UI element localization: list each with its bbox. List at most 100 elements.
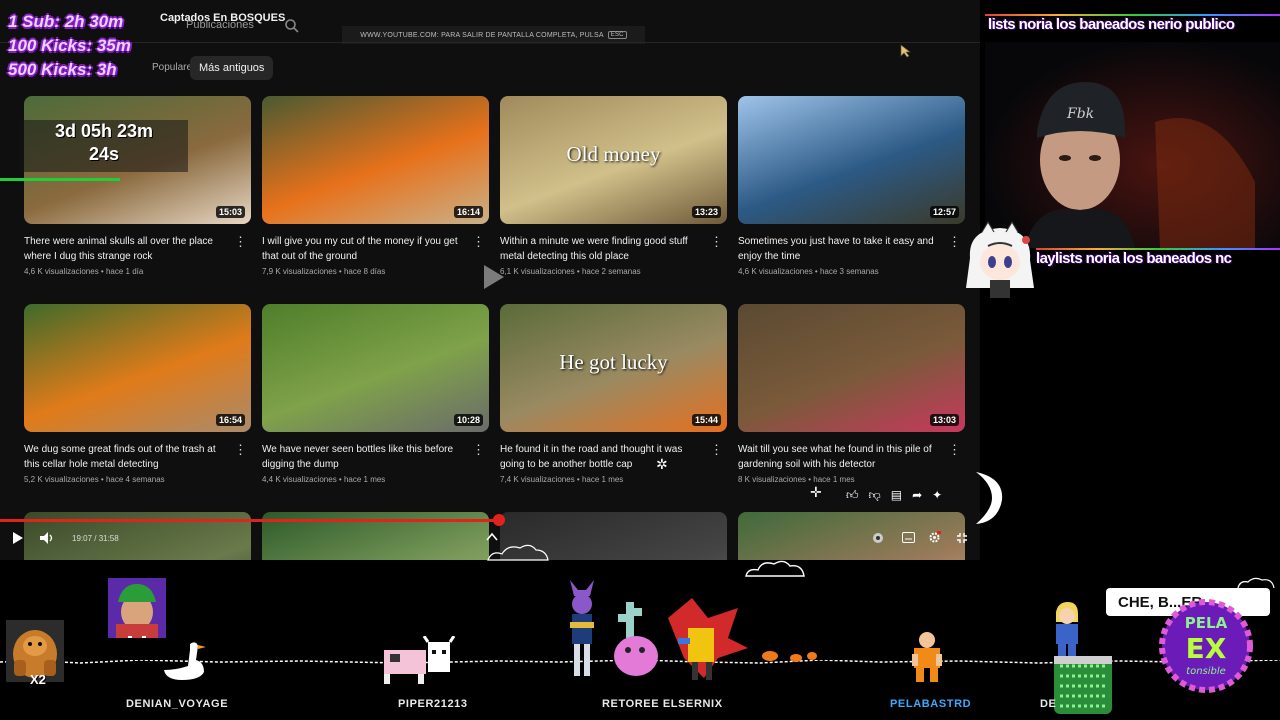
goal-line: 1 Sub: 2h 30m [8,12,124,31]
video-meta: 7,4 K visualizaciones • hace 1 mes [500,475,624,484]
video-meta: 6,1 K visualizaciones • hace 2 semanas [500,267,641,276]
anime-mascot-image [966,220,1034,298]
video-card[interactable]: He got lucky 15:44 He found it in the road… [500,304,727,484]
video-thumbnail[interactable]: 10:28 [262,304,489,432]
channel-header: Captados En BOSQUES Publicaciones WWW.YO… [0,0,980,50]
more-options-icon[interactable]: ⋮ [472,442,485,458]
badge-text-main: EX [1186,632,1227,665]
monster-group-sprite [614,598,748,680]
subtitles-icon[interactable] [902,532,915,543]
video-title[interactable]: Within a minute we were finding good stu… [500,234,727,264]
cow-sprite [384,636,456,684]
mouse-cursor-icon [900,44,911,58]
duration-badge: 16:54 [215,414,245,426]
svg-text:Fbk: Fbk [1066,106,1094,122]
android18-sprite [1056,602,1078,656]
duration-badge: 15:44 [691,414,721,426]
chat-ticker-mid: laylists noria los baneados nc [1036,250,1232,267]
more-options-icon[interactable]: ⋮ [234,234,247,250]
sparkle-icon[interactable]: ✦ [932,488,942,503]
share-icon[interactable]: ➦ [912,488,922,503]
like-icon[interactable]: 👍︎ [846,488,859,503]
shorts-action-row: 👍︎ 👎︎ ▤ ➦ ✦ [846,488,942,503]
settings-gear-icon[interactable] [928,531,941,544]
tab-publicaciones[interactable]: Publicaciones [186,19,254,31]
fire-sprite [762,651,817,662]
dislike-icon[interactable]: 👎︎ [869,488,881,503]
esc-key-badge: ESC [607,31,627,39]
badge-text-sub: tonsible [1186,666,1226,677]
search-icon[interactable] [284,18,300,34]
progress-bar[interactable] [0,519,500,522]
green-block-sprite [1054,656,1112,714]
video-thumbnail[interactable]: 16:14 [262,96,489,224]
more-options-icon[interactable]: ⋮ [710,442,723,458]
video-title[interactable]: Wait till you see what he found in this … [738,442,965,472]
video-title[interactable]: We have never seen bottles like this bef… [262,442,489,472]
duration-badge: 16:14 [453,206,483,218]
video-meta: 4,6 K visualizaciones • hace 1 día [24,267,144,276]
video-card[interactable]: Old money 13:23 Within a minute we were fi… [500,96,727,276]
video-title[interactable]: There were animal skulls all over the pl… [24,234,251,264]
comment-icon[interactable]: ▤ [891,488,902,503]
pixel-cloud-icon [486,542,550,567]
video-card[interactable]: 16:54 We dug some great finds out of the … [24,304,251,484]
krillin-sprite [912,632,942,682]
goal-line: 100 Kicks: 35m [8,36,131,55]
chat-ticker-top: lists noria los baneados nerio publico [988,16,1235,33]
crescent-moon-icon [976,472,1003,524]
video-meta: 4,4 K visualizaciones • hace 1 mes [262,475,386,484]
viewer-username: RETOREE ELSERNIX [602,698,723,710]
video-title[interactable]: I will give you my cut of the money if y… [262,234,489,264]
subgoal-overlay: 1 Sub: 2h 30m 100 Kicks: 35m 500 Kicks: … [8,10,131,82]
center-play-icon[interactable] [478,262,508,292]
more-options-icon[interactable]: ⋮ [472,234,485,250]
pixel-cloud-icon [1237,577,1275,589]
more-options-icon[interactable]: ⋮ [710,234,723,250]
goose-sprite [164,642,206,680]
video-card[interactable]: 13:03 Wait till you see what he found in … [738,304,965,484]
thumbnail-overlay-text: Old money [566,142,661,166]
beerus-sprite [570,580,594,676]
sparkle-icon: ✲ [656,456,668,472]
sparkle-icon: ✛ [810,484,822,500]
pixel-cloud-icon [744,558,806,583]
timer-progress-line [0,178,120,181]
multiplier-label: X2 [30,672,46,687]
video-title[interactable]: Sometimes you just have to take it easy … [738,234,965,264]
video-thumbnail[interactable]: 12:57 [738,96,965,224]
autoplay-icon[interactable] [872,532,884,544]
video-card[interactable]: 12:57 Sometimes you just have to take it … [738,96,965,276]
goal-line: 500 Kicks: 3h [8,60,117,79]
video-meta: 4,6 K visualizaciones • hace 3 semanas [738,267,879,276]
more-options-icon[interactable]: ⋮ [234,442,247,458]
viewer-username: PIPER21213 [398,698,468,710]
play-icon[interactable] [12,532,24,544]
divider [0,42,980,43]
chevron-up-icon[interactable] [486,532,498,542]
duration-badge: 10:28 [453,414,483,426]
volume-icon[interactable] [40,532,54,544]
exit-fullscreen-icon[interactable] [956,532,968,544]
video-thumbnail[interactable]: He got lucky 15:44 [500,304,727,432]
video-thumbnail[interactable]: Old money 13:23 [500,96,727,224]
duration-badge: 15:03 [215,206,245,218]
video-title[interactable]: He found it in the road and thought it w… [500,442,727,472]
more-options-icon[interactable]: ⋮ [948,442,961,458]
video-card[interactable]: 10:28 We have never seen bottles like thi… [262,304,489,484]
pela-ex-logo: PELA EX tonsible [1159,599,1253,693]
sort-chip-oldest[interactable]: Más antiguos [190,56,274,80]
viewer-username: DENIAN_VOYAGE [126,698,229,710]
video-thumbnail[interactable]: 16:54 [24,304,251,432]
video-meta: 8 K visualizaciones • hace 1 mes [738,475,855,484]
viewer-avatar-card [108,578,166,642]
badge-text-top: PELA [1185,614,1228,632]
youtube-capture: Captados En BOSQUES Publicaciones WWW.YO… [0,0,980,560]
video-title[interactable]: We dug some great finds out of the trash… [24,442,251,472]
thumbnail-overlay-text: Pure gold [262,558,489,560]
video-thumbnail[interactable]: 13:03 [738,304,965,432]
video-meta: 7,9 K visualizaciones • hace 8 días [262,267,386,276]
viewer-username: DE [1040,698,1057,710]
video-card[interactable]: 16:14 I will give you my cut of the money… [262,96,489,276]
countdown-timer: 3d 05h 23m 24s [20,120,188,172]
